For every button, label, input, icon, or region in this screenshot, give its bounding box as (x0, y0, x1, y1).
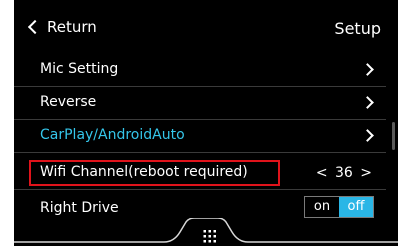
chevron-right-icon (361, 96, 374, 109)
return-label: Return (47, 18, 97, 36)
header: Return Setup (14, 0, 398, 52)
list-item-reverse[interactable]: Reverse (14, 87, 386, 120)
screen: Return Setup Mic Setting Reverse CarPlay… (14, 0, 398, 246)
chevron-right-icon (361, 63, 374, 76)
list-item-carplay-androidauto[interactable]: CarPlay/AndroidAuto (14, 120, 386, 153)
chevron-right-icon (361, 129, 374, 142)
chevron-left-icon (27, 19, 43, 35)
list-item-label: Right Drive (40, 200, 119, 216)
right-drive-toggle[interactable]: on off (304, 196, 374, 218)
menu-tray[interactable] (174, 221, 246, 246)
toggle-on-option[interactable]: on (305, 197, 339, 217)
return-button[interactable]: Return (27, 18, 97, 36)
scrollbar[interactable] (392, 122, 395, 150)
wifi-channel-stepper[interactable]: < 36 > (316, 165, 372, 181)
toggle-off-option[interactable]: off (339, 197, 373, 217)
grid-menu-icon[interactable] (174, 221, 246, 246)
list-item-label: CarPlay/AndroidAuto (40, 127, 185, 143)
highlight-box (29, 160, 280, 186)
list-item-label: Reverse (40, 94, 97, 110)
list-item-label: Mic Setting (40, 61, 119, 77)
page-title: Setup (334, 19, 381, 38)
list-item-mic-setting[interactable]: Mic Setting (14, 54, 386, 87)
